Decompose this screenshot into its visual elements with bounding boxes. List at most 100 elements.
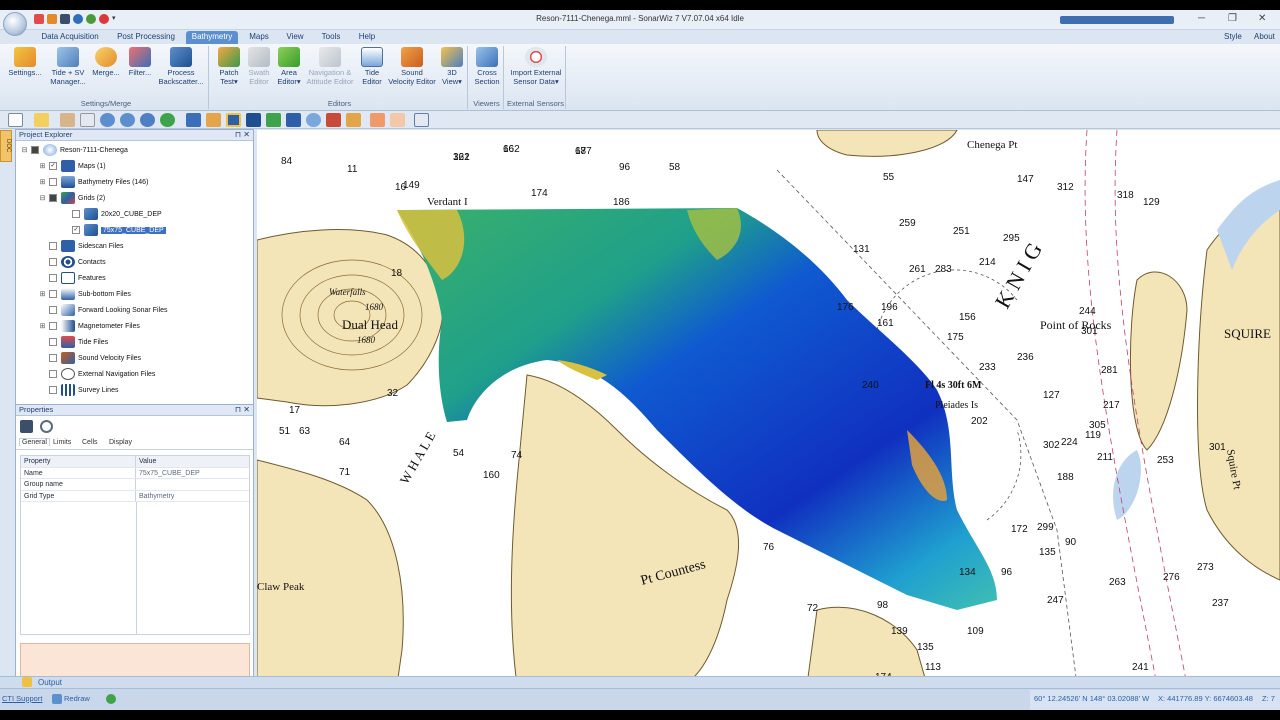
tree-checkbox[interactable]	[49, 354, 57, 362]
tree-item-external-navigation[interactable]: External Navigation Files	[47, 366, 155, 382]
maximize-button[interactable]: ❐	[1228, 13, 1237, 24]
style-menu[interactable]: Style	[1224, 32, 1242, 41]
tree-item-tide-files[interactable]: Tide Files	[47, 334, 108, 350]
tree-checkbox[interactable]	[49, 370, 57, 378]
redraw-icon[interactable]	[52, 694, 62, 704]
close-button[interactable]: ✕	[1258, 13, 1266, 24]
tree-item-survey-lines[interactable]: Survey Lines	[47, 382, 118, 398]
layers-icon[interactable]	[346, 113, 361, 127]
pointer-tool-icon[interactable]	[8, 113, 23, 127]
tide-editor-button[interactable]: Tide Editor	[358, 47, 386, 86]
tab-data-acquisition[interactable]: Data Acquisition	[34, 31, 106, 44]
tree-checkbox[interactable]	[49, 258, 57, 266]
tab-help[interactable]: Help	[352, 31, 382, 44]
tab-bathymetry[interactable]: Bathymetry	[186, 31, 238, 44]
tab-maps[interactable]: Maps	[244, 31, 274, 44]
filter-button[interactable]: Filter...	[126, 47, 154, 78]
tab-tools[interactable]: Tools	[316, 31, 346, 44]
navigation-attitude-editor-button[interactable]: Navigation & Attitude Editor	[304, 47, 356, 86]
tide-sv-manager-button[interactable]: Tide + SV Manager...	[48, 47, 88, 86]
tree-checkbox[interactable]	[49, 242, 57, 250]
tree-checkbox[interactable]	[49, 338, 57, 346]
tree-item-maps[interactable]: ⊞ ✓ Maps (1)	[38, 158, 106, 174]
tree-checkbox[interactable]	[49, 322, 57, 330]
tree-checkbox[interactable]	[49, 290, 57, 298]
swath-editor-button[interactable]: Swath Editor	[244, 47, 274, 86]
import-external-sensor-data-button[interactable]: Import External Sensor Data▾	[508, 47, 564, 86]
zoom-in-icon[interactable]	[100, 113, 115, 127]
tree-checkbox[interactable]	[49, 386, 57, 394]
side-dock-tab[interactable]: DOC	[0, 130, 12, 162]
process-backscatter-button[interactable]: Process Backscatter...	[156, 47, 206, 86]
sounding-label: 64	[339, 437, 351, 448]
globe-icon[interactable]	[306, 113, 321, 127]
map-view[interactable]: Verdant I Dual Head Waterfalls 1680 1680…	[257, 130, 1280, 685]
panel-controls[interactable]: ⊓ ✕	[235, 405, 250, 415]
tree-item-magnetometer[interactable]: ⊞ Magnetometer Files	[38, 318, 140, 334]
tree-checkbox[interactable]	[49, 274, 57, 282]
tab-display[interactable]: Display	[109, 439, 132, 446]
cti-support-link[interactable]: CTI Support	[2, 694, 42, 703]
tree-root[interactable]: ⊟ Reson-7111-Chenega	[20, 142, 128, 158]
center-icon[interactable]	[160, 113, 175, 127]
tree-checkbox[interactable]	[31, 146, 39, 154]
track-icon[interactable]	[326, 113, 341, 127]
tree-item-grid-75x75[interactable]: ✓ 75x75_CUBE_DEP	[70, 222, 166, 238]
properties-header: Properties ⊓ ✕	[16, 405, 253, 416]
measure-icon[interactable]	[186, 113, 201, 127]
about-menu[interactable]: About	[1254, 32, 1275, 41]
tree-checkbox[interactable]	[49, 178, 57, 186]
cross-section-button[interactable]: Cross Section	[472, 47, 502, 86]
tree-item-bathymetry-files[interactable]: ⊞ Bathymetry Files (146)	[38, 174, 148, 190]
grid-icon[interactable]	[286, 113, 301, 127]
minimize-button[interactable]: ─	[1198, 13, 1205, 24]
pan-hand-icon[interactable]	[60, 113, 75, 127]
export-icon[interactable]	[414, 113, 429, 127]
tree-checkbox[interactable]: ✓	[49, 162, 57, 170]
tree-checkbox[interactable]: ✓	[72, 226, 80, 234]
zoom-out-icon[interactable]	[120, 113, 135, 127]
3d-view-button[interactable]: 3D View▾	[438, 47, 466, 86]
tree-item-grids[interactable]: ⊟ Grids (2)	[38, 190, 105, 206]
copy-tool-icon[interactable]	[34, 113, 49, 127]
waypoint-icon[interactable]	[246, 113, 261, 127]
route-icon[interactable]	[266, 113, 281, 127]
back-arrow-icon[interactable]	[370, 113, 385, 127]
target-icon[interactable]	[226, 113, 241, 127]
output-tab[interactable]: Output	[38, 678, 62, 687]
tree-item-grid-20x20[interactable]: 20x20_CUBE_DEP	[70, 206, 162, 222]
property-row-grid-type[interactable]: Grid Type Bathymetry	[21, 490, 249, 502]
tree-item-sound-velocity[interactable]: Sound Velocity Files	[47, 350, 141, 366]
property-row-name[interactable]: Name 75x75_CUBE_DEP	[21, 467, 249, 479]
forward-arrow-icon[interactable]	[390, 113, 405, 127]
settings-button[interactable]: Settings...	[6, 47, 44, 78]
bathymetry-icon	[61, 176, 75, 188]
tree-item-sidescan[interactable]: Sidescan Files	[47, 238, 124, 254]
tree-checkbox[interactable]	[49, 306, 57, 314]
tab-post-processing[interactable]: Post Processing	[110, 31, 182, 44]
save-icon[interactable]	[20, 420, 33, 433]
zoom-extent-icon[interactable]	[140, 113, 155, 127]
tree-checkbox[interactable]	[49, 194, 57, 202]
sound-velocity-editor-button[interactable]: Sound Velocity Editor	[386, 47, 438, 86]
refresh-icon[interactable]	[40, 420, 53, 433]
nautical-chart[interactable]: Verdant I Dual Head Waterfalls 1680 1680…	[257, 130, 1280, 685]
tab-cells[interactable]: Cells	[82, 439, 98, 446]
property-row-group-name[interactable]: Group name	[21, 479, 249, 491]
tab-general[interactable]: General	[19, 438, 50, 446]
tree-item-contacts[interactable]: Contacts	[47, 254, 106, 270]
tree-item-forward-looking-sonar[interactable]: Forward Looking Sonar Files	[47, 302, 168, 318]
area-editor-button[interactable]: Area Editor▾	[274, 47, 304, 86]
tree-checkbox[interactable]	[72, 210, 80, 218]
redraw-button[interactable]: Redraw	[64, 694, 90, 703]
zoom-rect-icon[interactable]	[80, 113, 95, 127]
patch-test-button[interactable]: Patch Test▾	[214, 47, 244, 86]
tree-item-sub-bottom[interactable]: ⊞ Sub-bottom Files	[38, 286, 131, 302]
tab-view[interactable]: View	[280, 31, 310, 44]
ruler-icon[interactable]	[206, 113, 221, 127]
merge-button[interactable]: Merge...	[90, 47, 122, 78]
sounding-label: 211	[1097, 452, 1113, 463]
tab-limits[interactable]: Limits	[53, 439, 71, 446]
tree-item-features[interactable]: Features	[47, 270, 106, 286]
panel-controls[interactable]: ⊓ ✕	[235, 130, 250, 140]
